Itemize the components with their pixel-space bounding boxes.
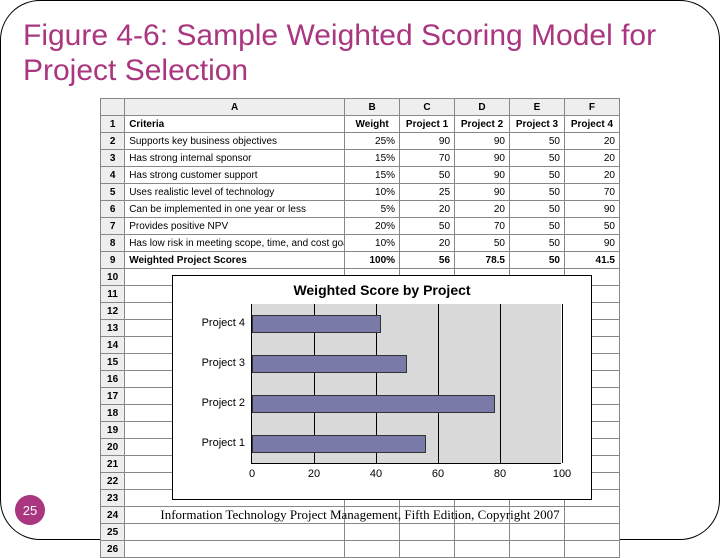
table-cell: 50 — [510, 133, 565, 150]
chart-gridline — [562, 304, 563, 463]
table-cell: 90 — [455, 167, 510, 184]
table-cell-empty — [345, 524, 400, 541]
table-header-B: Weight — [345, 116, 400, 133]
table-total-A: Weighted Project Scores — [125, 252, 345, 269]
table-cell: Can be implemented in one year or less — [125, 201, 345, 218]
table-cell-empty — [510, 541, 565, 558]
chart: Weighted Score by Project 020406080100Pr… — [172, 275, 592, 500]
table-cell: 20 — [400, 201, 455, 218]
chart-x-tick: 80 — [494, 468, 506, 480]
table-cell-empty — [564, 541, 619, 558]
chart-gridline — [438, 304, 439, 463]
table-cell-empty — [564, 524, 619, 541]
table-cell: 20 — [564, 133, 619, 150]
table-cell-empty — [455, 524, 510, 541]
table-cell: 50 — [455, 235, 510, 252]
table-cell: 90 — [400, 133, 455, 150]
chart-title: Weighted Score by Project — [181, 282, 583, 298]
spreadsheet-figure: ABCDEF1CriteriaWeightProject 1Project 2P… — [100, 98, 620, 558]
table-total-D: 78.5 — [455, 252, 510, 269]
table-cell: 70 — [400, 150, 455, 167]
table-cell-empty — [400, 524, 455, 541]
table-total-C: 56 — [400, 252, 455, 269]
table-cell: 15% — [345, 150, 400, 167]
table-cell: 50 — [400, 167, 455, 184]
chart-bar — [252, 395, 495, 413]
table-cell: 90 — [455, 184, 510, 201]
table-total-E: 50 — [510, 252, 565, 269]
chart-bar — [252, 355, 407, 373]
table-cell: 20 — [564, 150, 619, 167]
table-header-D: Project 2 — [455, 116, 510, 133]
chart-x-tick: 40 — [370, 468, 382, 480]
chart-plot-area: 020406080100Project 4Project 3Project 2P… — [251, 304, 561, 464]
table-total-B: 100% — [345, 252, 400, 269]
table-cell: 50 — [564, 218, 619, 235]
col-header-D: D — [455, 99, 510, 116]
table-cell: 90 — [455, 133, 510, 150]
table-cell: 15% — [345, 167, 400, 184]
table-cell: 50 — [510, 150, 565, 167]
col-header-B: B — [345, 99, 400, 116]
slide: Figure 4-6: Sample Weighted Scoring Mode… — [0, 0, 720, 540]
table-header-E: Project 3 — [510, 116, 565, 133]
chart-x-tick: 60 — [432, 468, 444, 480]
table-cell: 50 — [510, 167, 565, 184]
chart-bar — [252, 315, 381, 333]
chart-y-label: Project 3 — [185, 357, 245, 369]
table-cell-empty — [125, 541, 345, 558]
table-cell: Has low risk in meeting scope, time, and… — [125, 235, 345, 252]
chart-bar — [252, 435, 426, 453]
table-cell: 25 — [400, 184, 455, 201]
table-cell-empty — [400, 541, 455, 558]
table-cell: 90 — [455, 150, 510, 167]
table-header-C: Project 1 — [400, 116, 455, 133]
table-cell: Has strong internal sponsor — [125, 150, 345, 167]
table-cell: 5% — [345, 201, 400, 218]
chart-gridline — [500, 304, 501, 463]
col-header-A: A — [125, 99, 345, 116]
table-cell: 70 — [564, 184, 619, 201]
table-cell: 50 — [400, 218, 455, 235]
table-cell: 50 — [510, 201, 565, 218]
table-header-F: Project 4 — [564, 116, 619, 133]
table-cell: 50 — [510, 218, 565, 235]
table-cell: 25% — [345, 133, 400, 150]
table-cell: 20 — [564, 167, 619, 184]
table-cell: 20 — [400, 235, 455, 252]
table-cell-empty — [455, 541, 510, 558]
col-header-C: C — [400, 99, 455, 116]
table-cell: 20 — [455, 201, 510, 218]
table-cell: 90 — [564, 201, 619, 218]
col-header-E: E — [510, 99, 565, 116]
table-cell: 70 — [455, 218, 510, 235]
table-cell-empty — [510, 524, 565, 541]
table-cell: 10% — [345, 235, 400, 252]
chart-y-label: Project 1 — [185, 437, 245, 449]
table-cell-empty — [125, 524, 345, 541]
table-cell: Provides positive NPV — [125, 218, 345, 235]
table-header-A: Criteria — [125, 116, 345, 133]
table-cell-empty — [345, 541, 400, 558]
table-total-F: 41.5 — [564, 252, 619, 269]
table-cell: 50 — [510, 235, 565, 252]
slide-title: Figure 4-6: Sample Weighted Scoring Mode… — [23, 19, 697, 88]
chart-y-label: Project 4 — [185, 317, 245, 329]
chart-x-tick: 20 — [308, 468, 320, 480]
table-cell: 20% — [345, 218, 400, 235]
table-cell: Uses realistic level of technology — [125, 184, 345, 201]
table-cell: Supports key business objectives — [125, 133, 345, 150]
chart-y-label: Project 2 — [185, 397, 245, 409]
footer-text: Information Technology Project Managemen… — [1, 507, 719, 523]
table-cell: 10% — [345, 184, 400, 201]
chart-x-tick: 0 — [249, 468, 255, 480]
chart-x-tick: 100 — [553, 468, 571, 480]
table-cell: Has strong customer support — [125, 167, 345, 184]
table-cell: 90 — [564, 235, 619, 252]
table-cell: 50 — [510, 184, 565, 201]
col-header-F: F — [564, 99, 619, 116]
